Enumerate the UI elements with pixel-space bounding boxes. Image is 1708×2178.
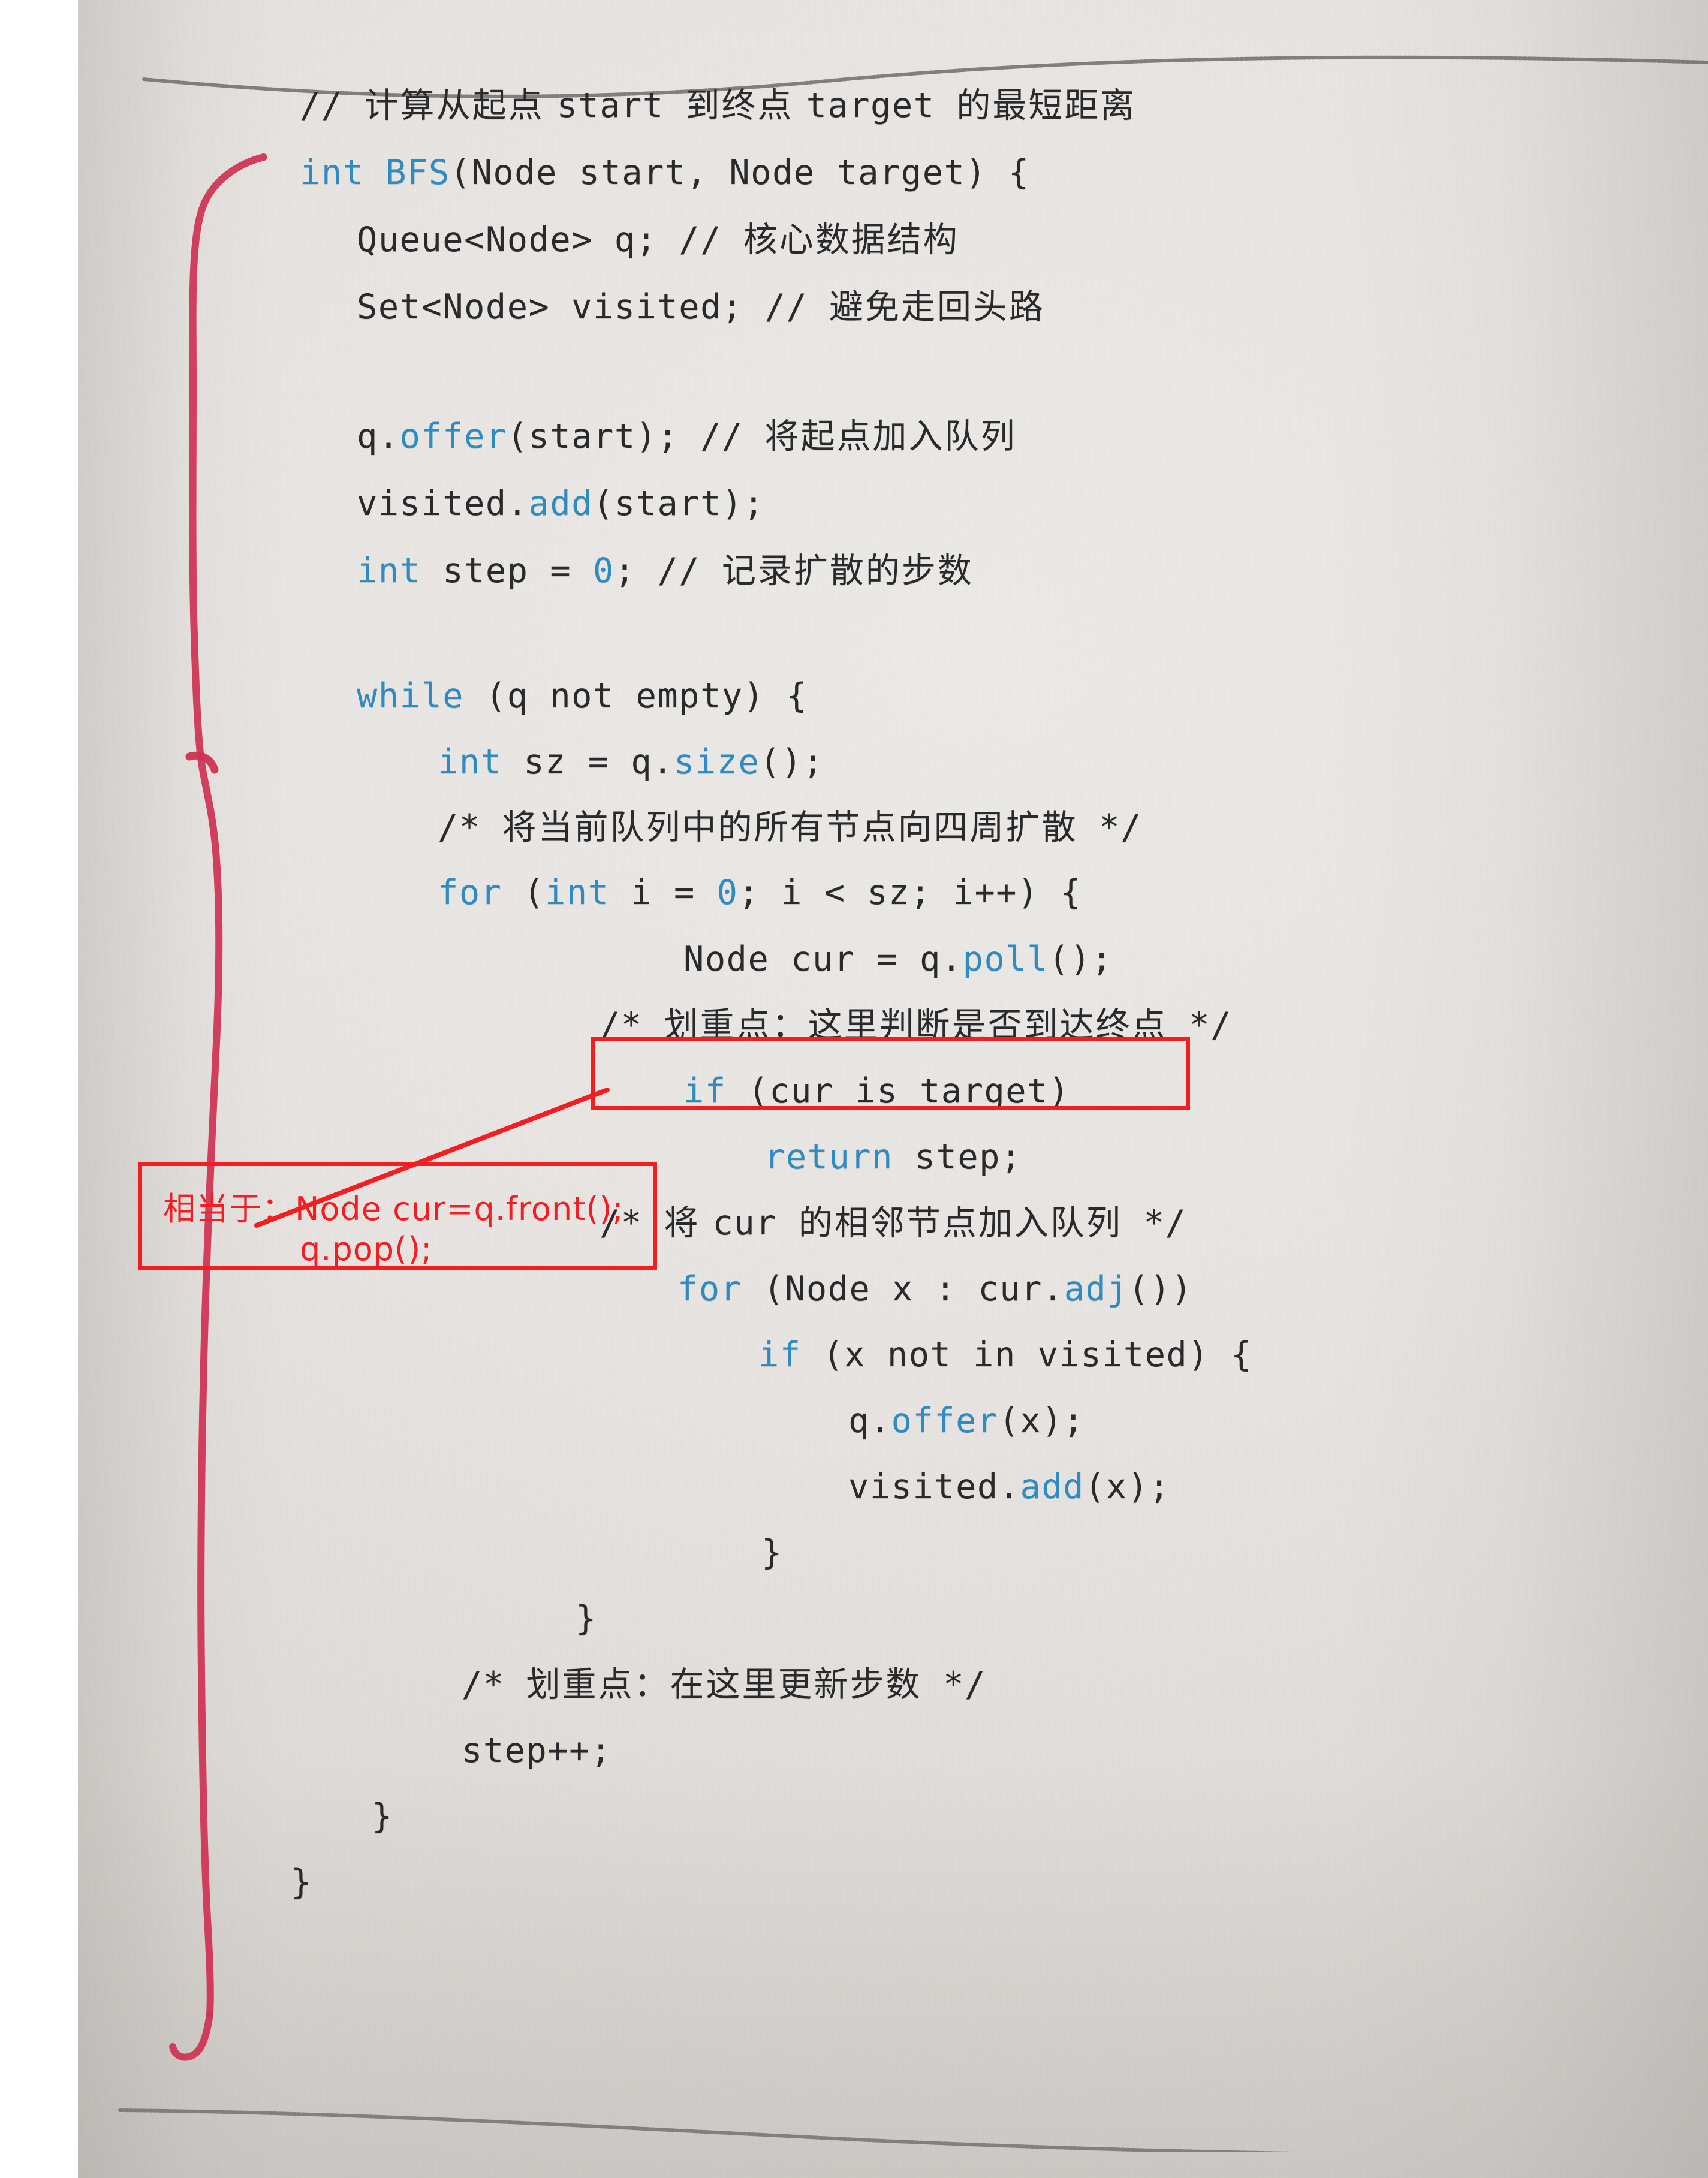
code-token: (Node x : cur. — [742, 1269, 1064, 1309]
code-token: 避免走回头路 — [829, 287, 1045, 327]
code-token: int — [545, 873, 610, 912]
code-token: int — [438, 742, 502, 782]
code-token: add — [1020, 1467, 1085, 1507]
code-line: visited.add(x); — [848, 1470, 1170, 1504]
code-token: 将起点加入队列 — [764, 417, 1017, 456]
code-token: poll — [962, 939, 1049, 979]
code-token: int — [300, 153, 365, 192]
code-token: // — [300, 86, 365, 125]
code-token: add — [528, 484, 593, 523]
code-line: // 计算从起点 start 到终点 target 的最短距离 — [300, 89, 1136, 123]
code-line: q.offer(x); — [848, 1404, 1085, 1438]
code-token: target — [806, 86, 957, 125]
code-line: /* 划重点：在这里更新步数 */ — [462, 1668, 986, 1702]
code-token: 计算从起点 — [364, 86, 557, 125]
code-token: ()) — [1128, 1269, 1193, 1309]
code-token: 核心数据结构 — [743, 220, 959, 260]
code-token: if — [758, 1335, 802, 1375]
code-line: Node cur = q.poll(); — [683, 942, 1113, 977]
code-line: if (x not in visited) { — [758, 1338, 1252, 1372]
code-token: q. — [357, 417, 400, 456]
code-token: int — [357, 551, 421, 591]
code-token: offer — [399, 417, 507, 456]
code-token: start — [556, 86, 686, 125]
code-token: Set<Node> visited; // — [357, 287, 829, 327]
code-token: cur — [712, 1203, 799, 1243]
code-line: } — [291, 1866, 312, 1900]
code-token: BFS — [385, 153, 450, 192]
code-line: int BFS(Node start, Node target) { — [300, 156, 1030, 190]
code-token: */ — [921, 1665, 986, 1704]
code-line: int step = 0; // 记录扩散的步数 — [357, 554, 974, 588]
code-line: return step; — [764, 1140, 1022, 1174]
code-line: for (Node x : cur.adj()) — [677, 1272, 1193, 1306]
code-line: } — [761, 1536, 783, 1570]
code-line: Set<Node> visited; // 避免走回头路 — [357, 290, 1045, 324]
photo-scene: // 计算从起点 start 到终点 target 的最短距离 int BFS(N… — [0, 0, 1708, 2178]
code-token: offer — [891, 1401, 999, 1441]
code-token: q. — [848, 1401, 891, 1441]
code-line: Queue<Node> q; // 核心数据结构 — [357, 223, 959, 257]
code-token: size — [674, 742, 760, 782]
code-token: (Node start, Node target) { — [450, 153, 1030, 192]
code-line: /* 将当前队列中的所有节点向四周扩散 */ — [438, 811, 1142, 845]
code-token: 到终点 — [685, 86, 806, 125]
code-token: */ — [1077, 808, 1142, 847]
highlight-box-poll — [591, 1037, 1190, 1110]
code-token: 0 — [593, 551, 614, 591]
code-token: (x); — [1085, 1467, 1171, 1507]
code-token: 记录扩散的步数 — [721, 551, 974, 591]
code-token: ( — [502, 873, 546, 912]
code-line: q.offer(start); // 将起点加入队列 — [357, 420, 1017, 454]
code-token: Node cur = q. — [683, 939, 963, 979]
code-token: sz = q. — [502, 742, 674, 782]
code-line: int sz = q.size(); — [438, 745, 824, 779]
code-line: step++; — [462, 1734, 612, 1768]
code-token: } — [576, 1599, 597, 1638]
code-token: } — [372, 1797, 393, 1836]
code-token: step; — [893, 1137, 1022, 1177]
code-line: /* 将 cur 的相邻节点加入队列 */ — [600, 1206, 1186, 1240]
code-token: ; i < sz; i++) { — [738, 873, 1082, 912]
code-token: while — [357, 676, 465, 716]
code-token: 的最短距离 — [956, 86, 1137, 125]
code-token: for — [677, 1269, 742, 1309]
code-line: visited.add(start); — [357, 487, 765, 521]
code-token: i = — [609, 873, 717, 912]
code-token: visited. — [357, 484, 529, 523]
code-token: step = — [421, 551, 593, 591]
code-line: for (int i = 0; i < sz; i++) { — [438, 876, 1082, 910]
code-line: } — [576, 1602, 597, 1636]
annotation-note-line-2: q.pop(); — [300, 1230, 433, 1268]
code-token: } — [761, 1533, 783, 1573]
code-token: (start); — [593, 484, 765, 523]
code-token: 的相邻节点加入队列 — [798, 1203, 1122, 1243]
code-token: (x not in visited) { — [801, 1335, 1252, 1375]
code-token: 划重点：在这里更新步数 — [526, 1665, 922, 1704]
code-token: /* — [438, 808, 502, 847]
code-token: (start); // — [507, 417, 765, 456]
code-token: visited. — [848, 1467, 1020, 1507]
code-token: step++; — [462, 1731, 612, 1770]
code-line: while (q not empty) { — [357, 679, 808, 713]
code-token: 将 — [664, 1203, 713, 1243]
code-token: */ — [1122, 1203, 1187, 1243]
code-token: (q not empty) { — [464, 676, 808, 716]
code-token: 0 — [716, 873, 739, 912]
code-token: } — [291, 1863, 312, 1902]
code-token: (); — [760, 742, 824, 782]
code-token: adj — [1064, 1269, 1129, 1309]
code-token: (); — [1048, 939, 1113, 979]
code-token: for — [438, 873, 502, 912]
annotation-note-line-1: 相当于：Node cur=q.front(); — [163, 1190, 624, 1228]
code-line: } — [372, 1800, 393, 1834]
code-token: 将当前队列中的所有节点向四周扩散 — [502, 808, 1078, 847]
code-token: return — [764, 1137, 893, 1177]
code-token: Queue<Node> q; // — [357, 220, 743, 260]
code-token: (x); — [998, 1401, 1085, 1441]
code-token: ; // — [614, 551, 722, 591]
code-token: /* — [462, 1665, 526, 1704]
